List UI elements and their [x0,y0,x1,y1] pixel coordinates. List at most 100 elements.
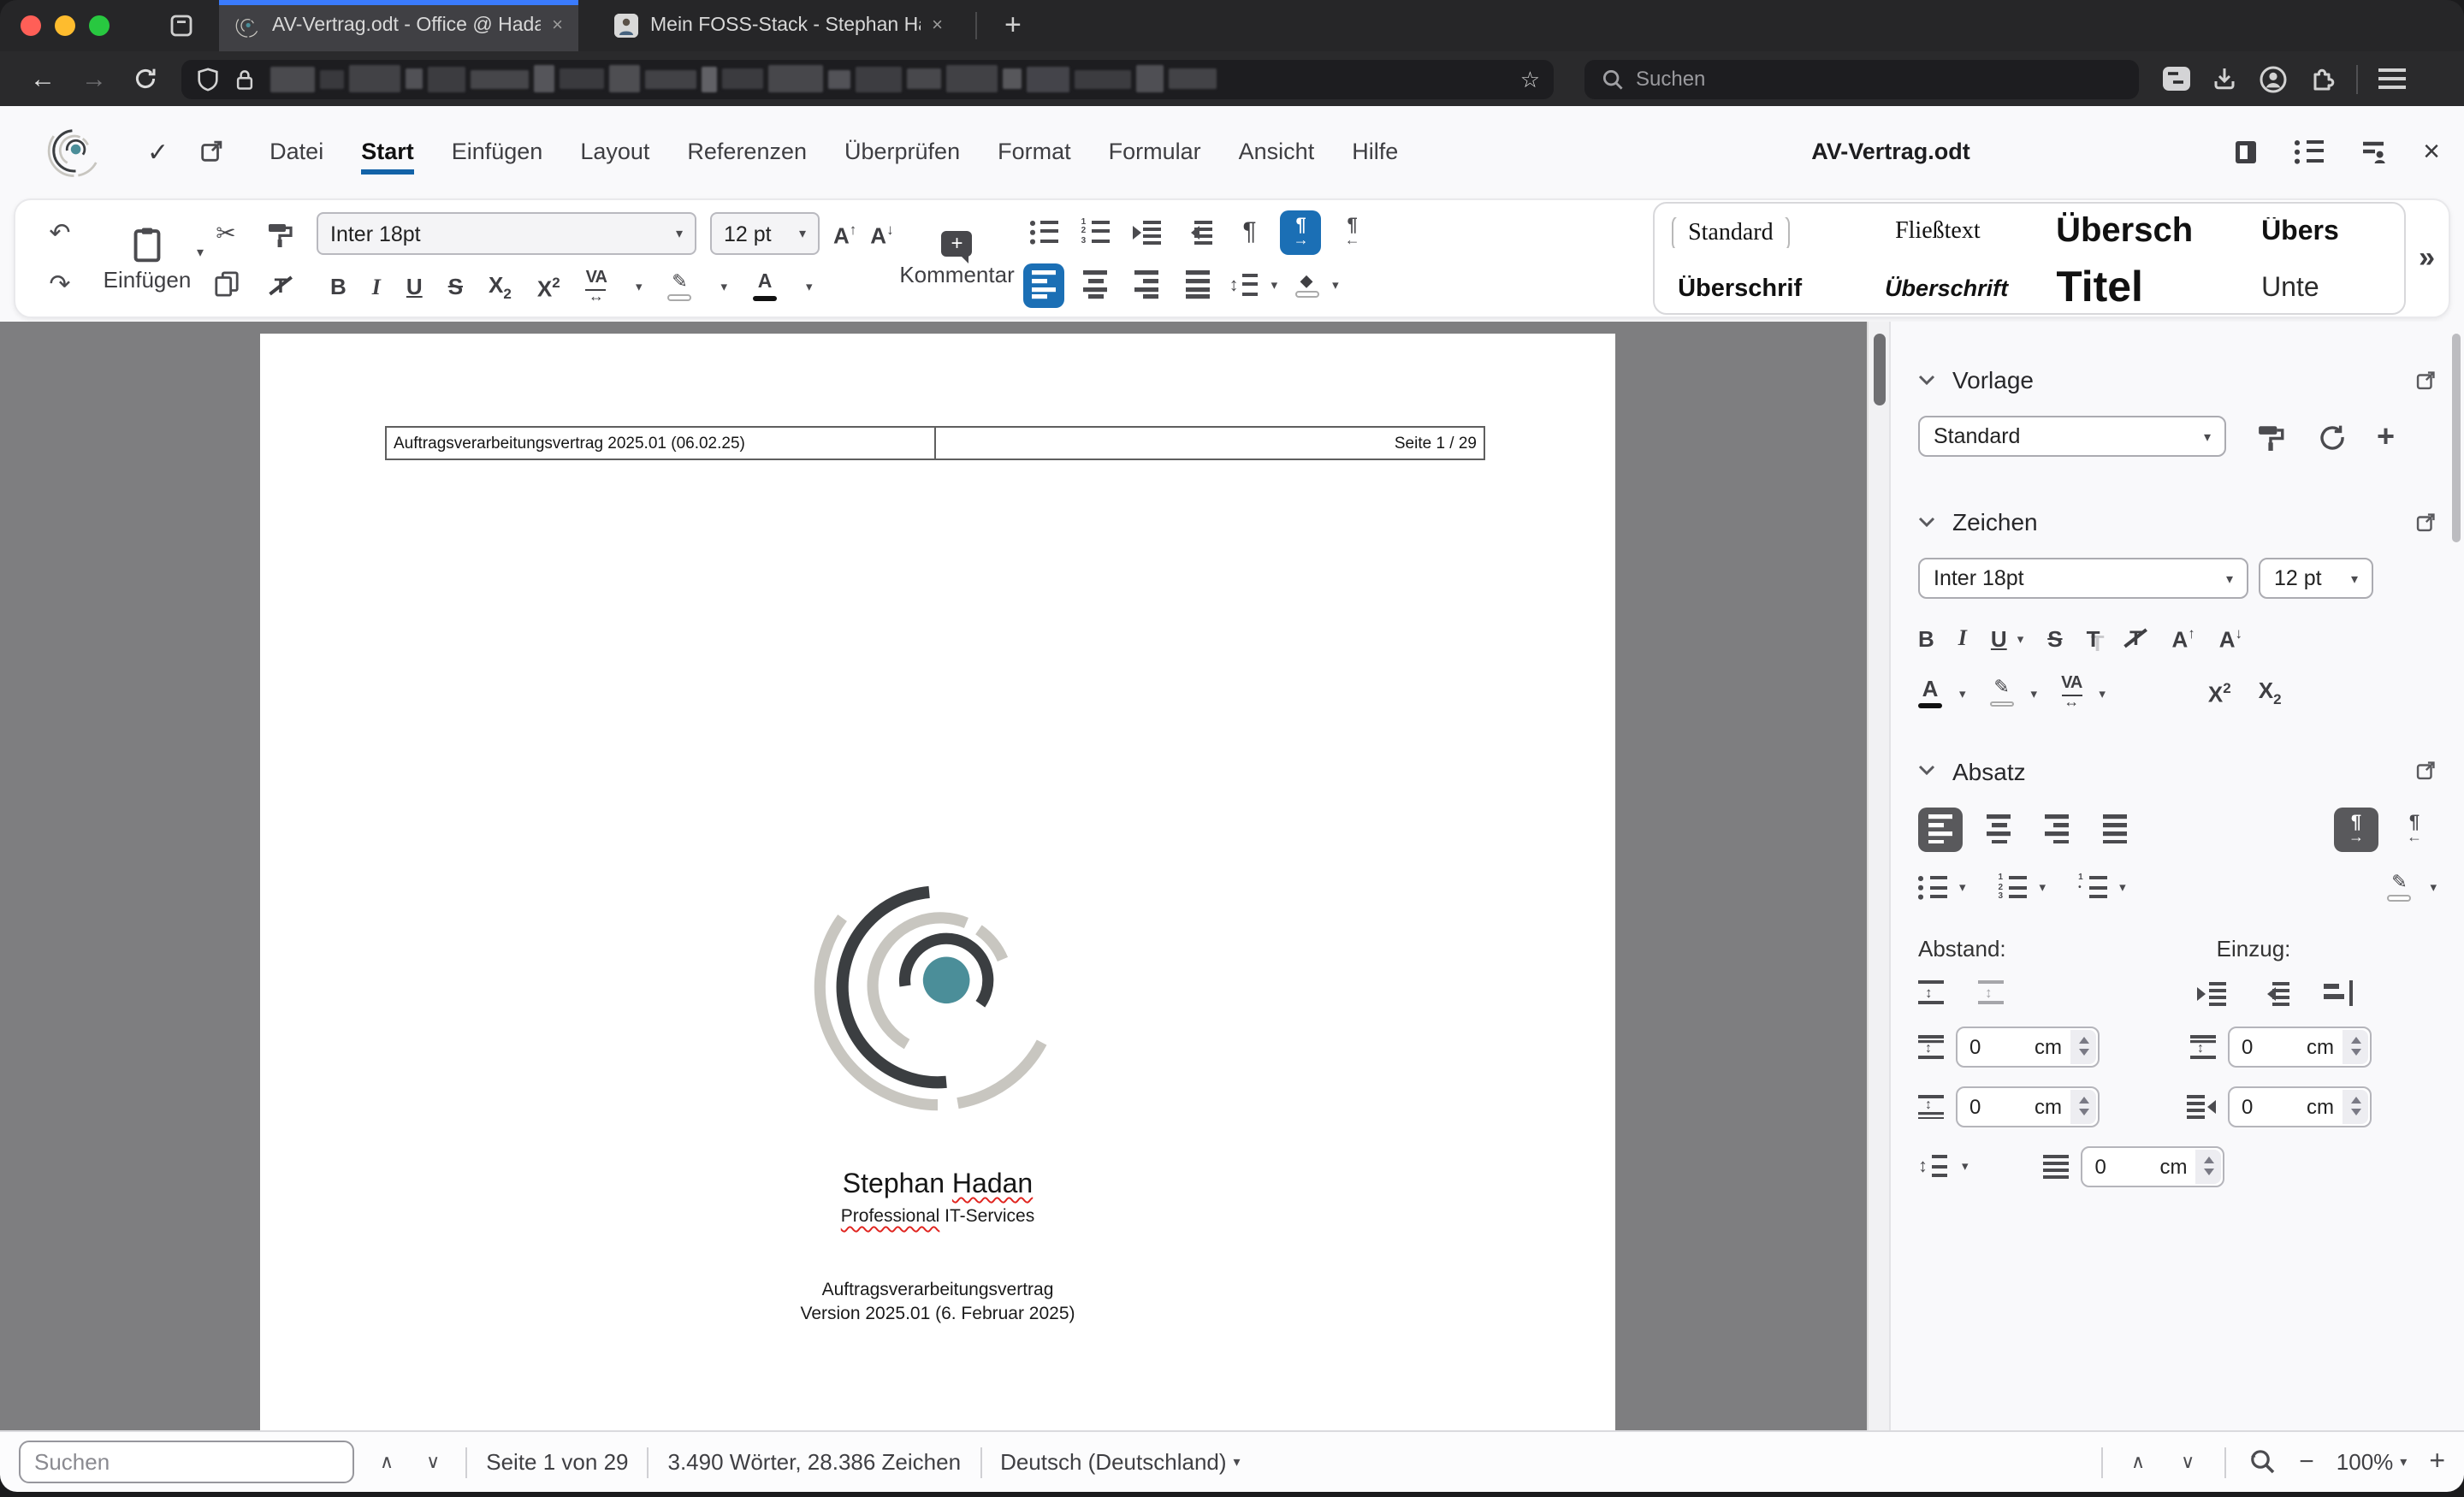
style-untertitel[interactable]: Unte [2261,273,2386,304]
sidebar-line-spacing-button[interactable]: ↕ [1918,1155,1946,1178]
update-style-icon[interactable] [2317,422,2346,451]
shrink-font-button[interactable]: A↓ [870,220,893,248]
paragraph-background-dropdown-icon[interactable]: ▾ [2430,880,2437,896]
superscript-button[interactable]: X2 [537,273,560,301]
shadow-button[interactable]: T [2087,625,2100,651]
tab-av-vertrag[interactable]: AV-Vertrag.odt - Office @ Hada × [219,0,578,51]
style-standard[interactable]: Standard [1671,216,1871,247]
menu-hamburger-icon[interactable] [2378,68,2406,89]
lock-icon[interactable] [233,66,257,92]
strikethrough-button[interactable]: S [448,275,463,300]
highlight-dropdown-icon[interactable]: ▾ [2031,685,2038,701]
reload-button[interactable] [120,65,171,92]
tab-close-icon[interactable]: × [932,15,943,36]
align-center-button[interactable] [1075,263,1116,307]
undo-button[interactable]: ↶ [49,217,70,248]
spinner-arrows[interactable] [2070,1029,2096,1064]
sidebar-bold-button[interactable]: B [1918,625,1934,651]
menu-einfuegen[interactable]: Einfügen [433,128,562,175]
sidebar-font-color-button[interactable]: A [1918,677,1942,709]
sidebar-superscript-button[interactable]: X2 [2208,679,2231,707]
downloads-icon[interactable] [2211,65,2238,92]
document-canvas[interactable]: Auftragsverarbeitungsvertrag 2025.01 (06… [0,322,1867,1430]
sidebar-font-name-combo[interactable]: Inter 18pt ▾ [1918,558,2248,599]
style-ueberschrift-2[interactable]: Übers [2261,216,2386,247]
sidebar-bullet-list-button[interactable] [1918,874,1947,901]
font-size-combo[interactable]: 12 pt ▾ [710,212,820,256]
sidebar-spacing-button[interactable]: VA ↔ [2061,676,2082,710]
menu-ansicht[interactable]: Ansicht [1220,128,1334,175]
new-tab-button[interactable]: + [994,9,1032,43]
sidebar-outline-list-button[interactable] [2078,874,2108,901]
menu-start[interactable]: Start [342,128,433,175]
increase-indent-button[interactable] [1127,210,1168,254]
zoom-reset-button[interactable] [2248,1447,2277,1476]
extensions-puzzle-icon[interactable] [2308,65,2336,92]
address-bar[interactable]: ☆ [181,59,1554,98]
sidebar-align-left-button[interactable] [1918,807,1963,852]
ribbon-overflow-button[interactable]: » [2419,241,2435,275]
menu-referenzen[interactable]: Referenzen [668,128,826,175]
increase-spacing-button[interactable] [1918,979,1944,1006]
vorlage-dialog-icon[interactable] [2414,369,2437,391]
outline-list-dropdown-icon[interactable]: ▾ [2119,880,2126,896]
decrease-spacing-button[interactable] [1978,979,2004,1006]
sidebar-underline-button[interactable]: U [1991,625,2007,651]
menu-formular[interactable]: Formular [1090,128,1220,175]
document-scrollbar[interactable] [1867,322,1889,1430]
font-name-combo[interactable]: Inter 18pt ▾ [317,212,696,256]
spinner-arrows[interactable] [2195,1149,2222,1184]
sidebar-clear-formatting-button[interactable]: T [2123,626,2147,650]
fullscreen-window-button[interactable] [89,15,110,36]
underline-dropdown-icon[interactable]: ▾ [2017,630,2024,646]
style-titel[interactable]: Titel [2056,263,2248,313]
zeichen-section-header[interactable]: Zeichen [1918,508,2437,535]
tab-sidebar-icon[interactable] [168,12,195,39]
paste-button[interactable]: Einfügen ▾ [98,200,204,317]
search-previous-button[interactable]: ∧ [373,1451,400,1473]
absatz-section-header[interactable]: Absatz [1918,758,2437,785]
sidebar-rtl-button[interactable]: ¶ ← [2392,808,2437,852]
search-next-button[interactable]: ∨ [419,1451,447,1473]
menu-datei[interactable]: Datei [251,128,342,175]
list-view-icon[interactable] [2295,139,2325,164]
shield-icon[interactable] [195,66,221,92]
line-spacing-dropdown-icon[interactable]: ▾ [1271,277,1278,293]
redo-button[interactable]: ↷ [49,269,70,299]
copy-button[interactable] [213,271,239,299]
bookmark-star-icon[interactable]: ☆ [1520,68,1540,90]
zeichen-dialog-icon[interactable] [2414,511,2437,533]
italic-button[interactable]: I [372,274,381,301]
paragraph-background-button[interactable]: ◆ [1294,272,1319,297]
tab-foss-stack[interactable]: Mein FOSS-Stack - Stephan Ha × [599,0,958,51]
clear-formatting-button[interactable]: T [269,273,293,297]
zoom-out-button[interactable]: − [2299,1447,2314,1476]
menu-hilfe[interactable]: Hilfe [1333,128,1417,175]
decrease-indent-button[interactable] [1178,210,1219,254]
spinner-arrows[interactable] [2343,1089,2368,1124]
character-spacing-dropdown-icon[interactable]: ▾ [636,280,643,295]
sidebar-shrink-font-button[interactable]: A↓ [2219,624,2242,653]
grow-font-button[interactable]: A↑ [833,220,856,248]
align-left-button[interactable] [1023,263,1065,307]
after-text-indent-spinner[interactable]: 0 cm [2228,1086,2372,1127]
tab-close-icon[interactable]: × [552,15,563,36]
clone-formatting-icon[interactable] [2257,422,2286,451]
cut-button[interactable]: ✂ [216,219,235,248]
sidebar-ltr-button[interactable]: ¶ → [2334,807,2378,852]
numbered-list-dropdown-icon[interactable]: ▾ [2040,880,2046,896]
bullet-list-button[interactable] [1024,210,1065,254]
font-color-dropdown-icon[interactable]: ▾ [806,280,813,295]
numbered-list-button[interactable] [1075,210,1116,254]
paragraph-background-dropdown-icon[interactable]: ▾ [1332,277,1339,293]
font-color-dropdown-icon[interactable]: ▾ [1959,685,1966,701]
align-right-button[interactable] [1127,263,1168,307]
formatting-marks-button[interactable]: ¶ [1229,210,1270,254]
sidebar-scrollbar-thumb[interactable] [2452,334,2461,542]
rtl-direction-button[interactable]: ¶ ← [1332,210,1373,254]
menu-format[interactable]: Format [979,128,1090,175]
font-name-dropdown-icon[interactable]: ▾ [666,227,683,242]
sidebar-decrease-indent-button[interactable] [2260,979,2289,1006]
below-spacing-spinner[interactable]: 0 cm [1956,1086,2100,1127]
zoom-in-button[interactable]: + [2429,1447,2445,1477]
